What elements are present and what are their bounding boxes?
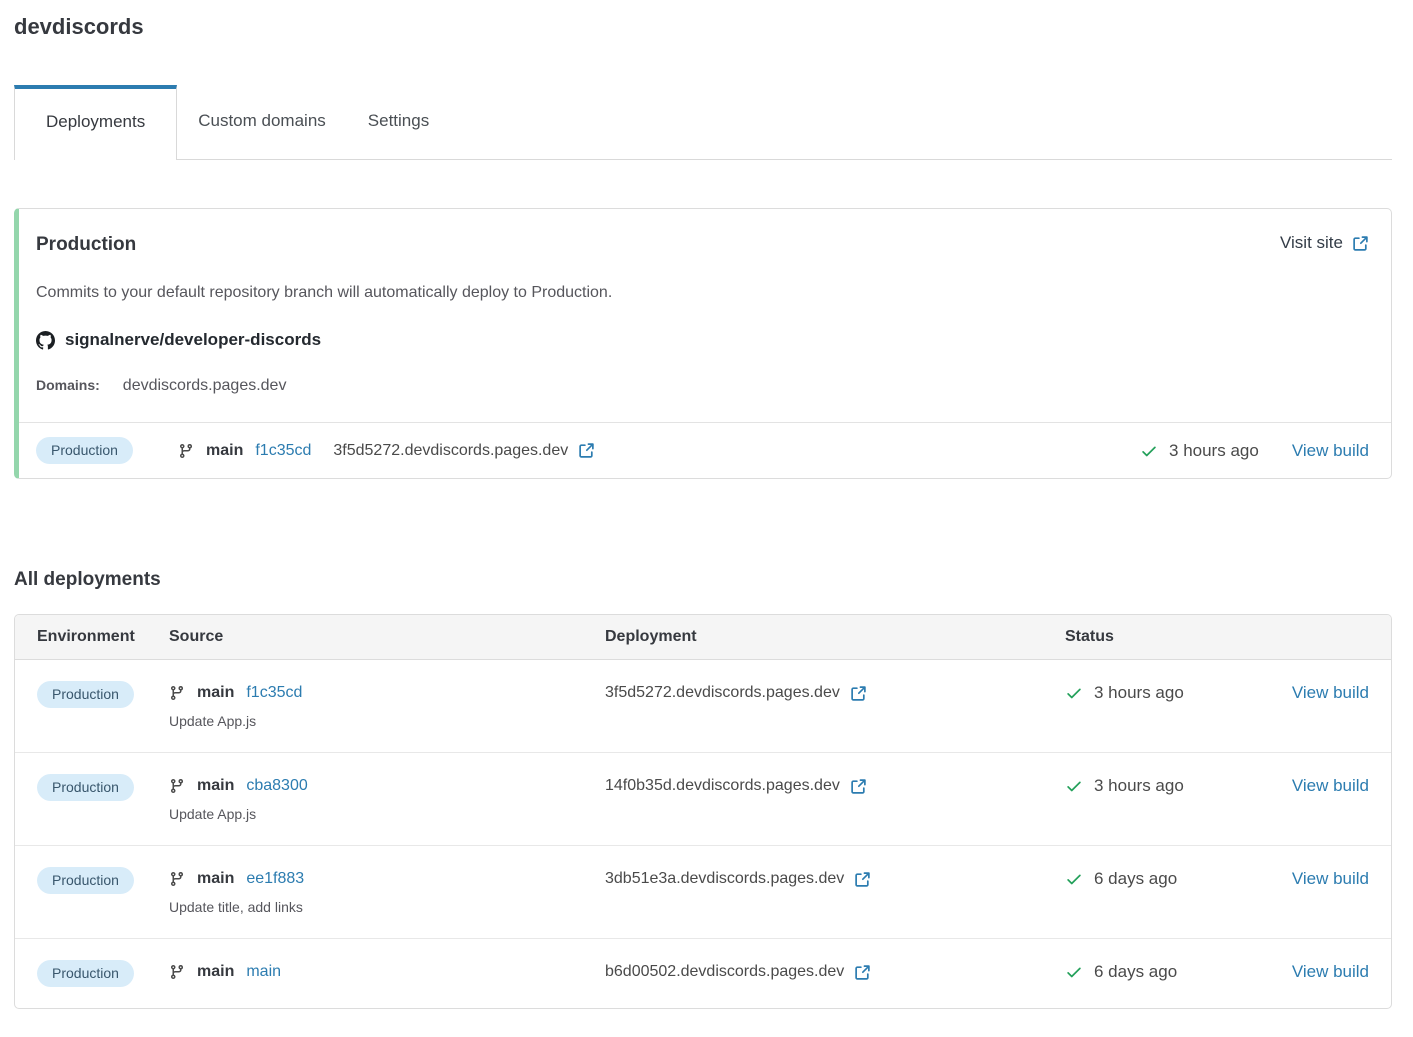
- git-branch-icon: [178, 443, 194, 459]
- check-icon: [1065, 777, 1083, 795]
- check-icon: [1065, 963, 1083, 981]
- status-time: 6 days ago: [1094, 867, 1177, 891]
- git-branch-icon: [169, 964, 185, 980]
- branch-name: main: [197, 960, 234, 984]
- environment-badge: Production: [37, 867, 134, 894]
- tab-deployments[interactable]: Deployments: [14, 85, 177, 160]
- deployment-url: 3db51e3a.devdiscords.pages.dev: [605, 867, 844, 891]
- check-icon: [1065, 684, 1083, 702]
- external-link-icon[interactable]: [854, 964, 871, 981]
- git-branch-icon: [169, 871, 185, 887]
- deployment-url: b6d00502.devdiscords.pages.dev: [605, 960, 844, 984]
- status-time: 3 hours ago: [1094, 681, 1184, 705]
- deployments-table: Environment Source Deployment Status Pro…: [14, 614, 1392, 1009]
- column-header-environment: Environment: [37, 628, 169, 646]
- check-icon: [1140, 442, 1158, 460]
- commit-link[interactable]: main: [246, 960, 281, 984]
- commit-message: Update App.js: [169, 805, 605, 824]
- tab-bar: Deployments Custom domains Settings: [14, 85, 1392, 160]
- table-row: Production main f1c35cd Update App.js 3f…: [15, 660, 1391, 753]
- view-build-link[interactable]: View build: [1292, 869, 1369, 888]
- view-build-link[interactable]: View build: [1292, 776, 1369, 795]
- table-row: Production main main b6d00502.devdiscord…: [15, 939, 1391, 1008]
- production-deployment-row: Production main f1c35cd 3f5d5272.devdisc…: [19, 422, 1391, 478]
- environment-badge: Production: [37, 774, 134, 801]
- status-time: 6 days ago: [1094, 960, 1177, 984]
- table-row: Production main ee1f883 Update title, ad…: [15, 846, 1391, 939]
- commit-link[interactable]: ee1f883: [246, 867, 304, 891]
- git-branch-icon: [169, 685, 185, 701]
- environment-badge: Production: [37, 960, 134, 987]
- table-row: Production main cba8300 Update App.js 14…: [15, 753, 1391, 846]
- visit-site-label: Visit site: [1280, 233, 1343, 253]
- environment-badge: Production: [37, 681, 134, 708]
- tab-settings[interactable]: Settings: [347, 85, 450, 159]
- visit-site-link[interactable]: Visit site: [1280, 233, 1369, 253]
- commit-link[interactable]: cba8300: [246, 774, 307, 798]
- commit-message: Update title, add links: [169, 898, 605, 917]
- github-icon: [36, 331, 55, 350]
- branch-name: main: [197, 681, 234, 705]
- external-link-icon[interactable]: [850, 778, 867, 795]
- deployment-url: 3f5d5272.devdiscords.pages.dev: [605, 681, 840, 705]
- repository-link[interactable]: signalnerve/developer-discords: [65, 330, 321, 350]
- external-link-icon[interactable]: [578, 442, 595, 459]
- page-container: devdiscords Deployments Custom domains S…: [0, 0, 1413, 1009]
- view-build-link[interactable]: View build: [1292, 683, 1369, 702]
- production-title: Production: [36, 233, 136, 257]
- view-build-link[interactable]: View build: [1292, 962, 1369, 981]
- commit-link[interactable]: f1c35cd: [255, 442, 311, 460]
- column-header-source: Source: [169, 628, 605, 646]
- branch-name: main: [206, 442, 243, 460]
- column-header-status: Status: [1065, 628, 1261, 646]
- production-card: Production Visit site Commits to your de…: [14, 208, 1392, 479]
- git-branch-icon: [169, 778, 185, 794]
- check-icon: [1065, 870, 1083, 888]
- branch-name: main: [197, 867, 234, 891]
- view-build-link[interactable]: View build: [1292, 441, 1369, 461]
- commit-message: Update App.js: [169, 712, 605, 731]
- domains-label: Domains:: [36, 377, 100, 393]
- all-deployments-title: All deployments: [14, 569, 1392, 591]
- status-time: 3 hours ago: [1094, 774, 1184, 798]
- production-card-body: Production Visit site Commits to your de…: [19, 209, 1391, 422]
- production-description: Commits to your default repository branc…: [36, 282, 1369, 304]
- page-title: devdiscords: [14, 13, 1392, 41]
- external-link-icon[interactable]: [854, 871, 871, 888]
- deployment-url: 3f5d5272.devdiscords.pages.dev: [333, 442, 568, 460]
- branch-name: main: [197, 774, 234, 798]
- table-header: Environment Source Deployment Status: [15, 615, 1391, 660]
- status-time: 3 hours ago: [1169, 441, 1259, 461]
- environment-badge: Production: [36, 437, 133, 464]
- external-link-icon: [1352, 235, 1369, 252]
- domains-value: devdiscords.pages.dev: [123, 377, 287, 395]
- tab-custom-domains[interactable]: Custom domains: [177, 85, 347, 159]
- commit-link[interactable]: f1c35cd: [246, 681, 302, 705]
- column-header-deployment: Deployment: [605, 628, 1065, 646]
- deployment-url: 14f0b35d.devdiscords.pages.dev: [605, 774, 840, 798]
- external-link-icon[interactable]: [850, 685, 867, 702]
